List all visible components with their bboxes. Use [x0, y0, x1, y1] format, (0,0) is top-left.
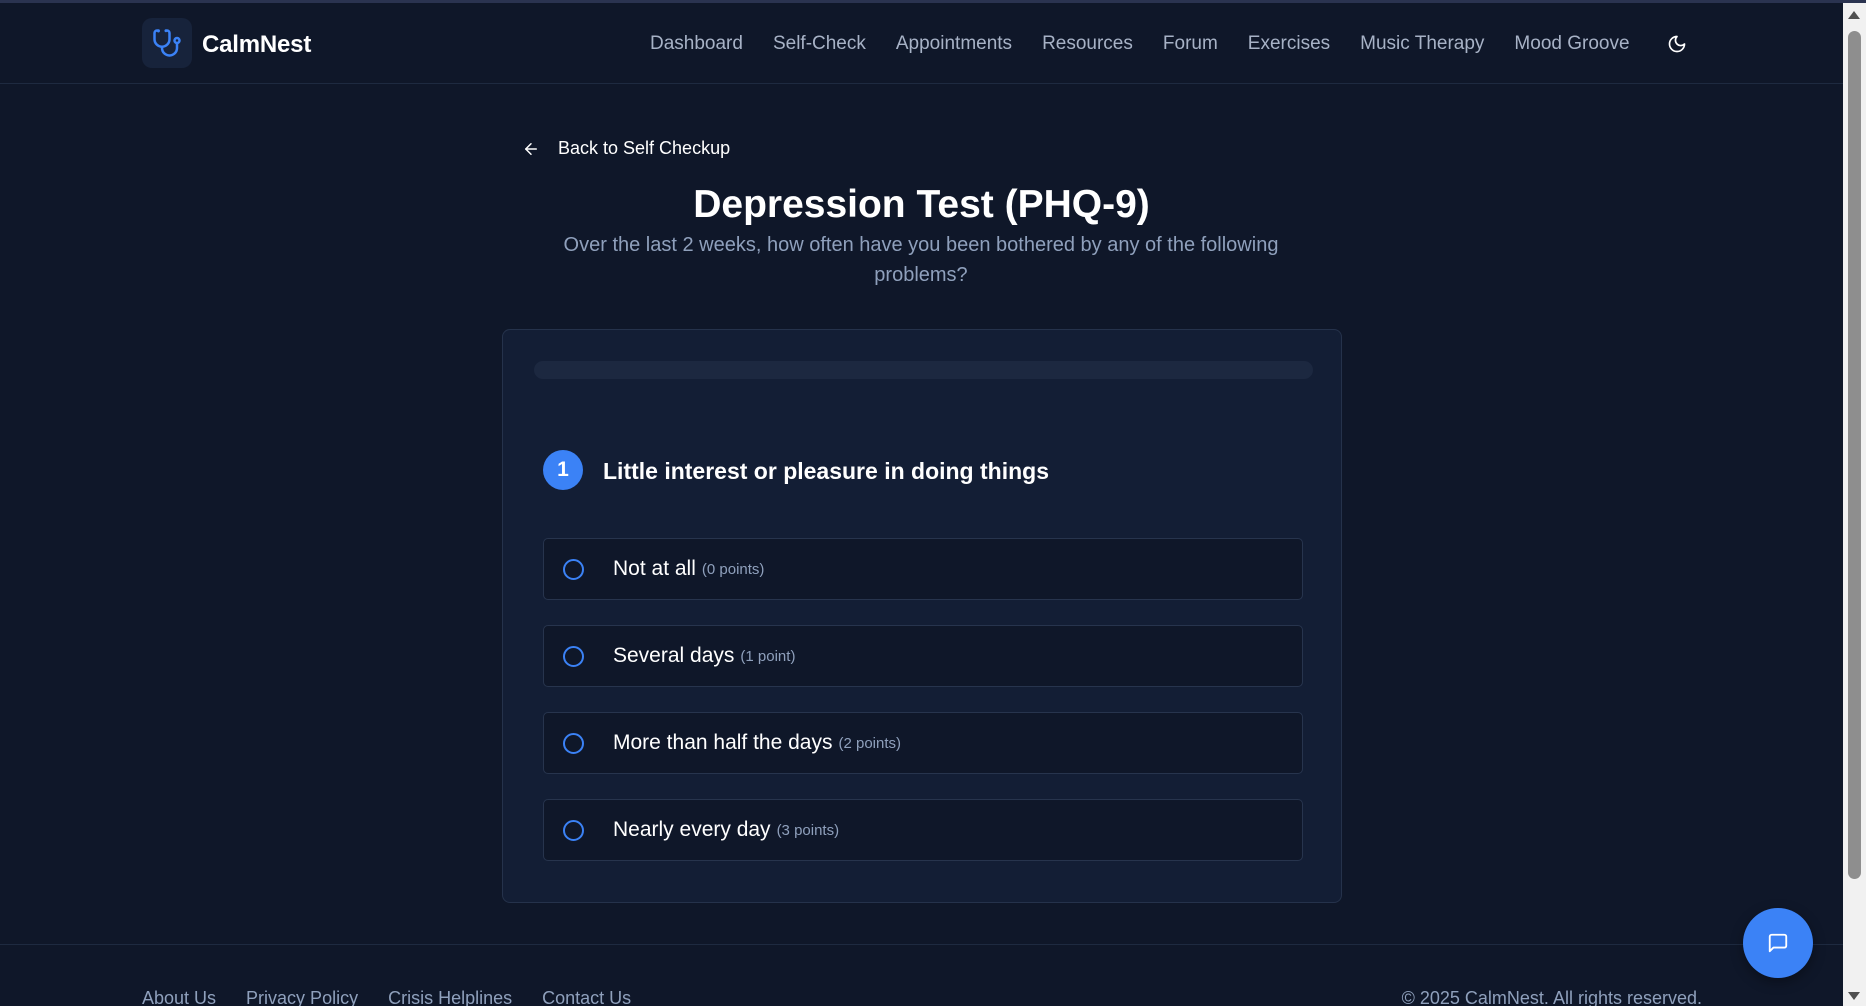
page-subtitle: Over the last 2 weeks, how often have yo… — [563, 234, 1279, 286]
top-navbar: CalmNest Dashboard Self-Check Appointmen… — [0, 3, 1843, 84]
option-not-at-all[interactable]: Not at all (0 points) — [543, 538, 1303, 600]
progress-bar — [534, 361, 1313, 379]
scroll-down-arrow[interactable] — [1848, 992, 1860, 1000]
radio-button[interactable] — [563, 558, 584, 580]
brand-name[interactable]: CalmNest — [202, 31, 311, 59]
nav-self-check[interactable]: Self-Check — [773, 33, 866, 55]
option-nearly-every-day[interactable]: Nearly every day (3 points) — [543, 799, 1303, 861]
footer-link-crisis-helplines[interactable]: Crisis Helplines — [388, 988, 512, 1006]
moon-icon — [1668, 35, 1686, 53]
page-scrollbar[interactable] — [1843, 3, 1866, 1006]
option-points: (2 points) — [838, 734, 901, 752]
radio-button[interactable] — [563, 645, 584, 667]
scroll-thumb[interactable] — [1848, 31, 1861, 879]
option-more-than-half[interactable]: More than half the days (2 points) — [543, 712, 1303, 774]
option-points: (0 points) — [701, 560, 765, 578]
option-points: (3 points) — [776, 821, 840, 839]
logo[interactable] — [142, 18, 192, 68]
question-number-badge: 1 — [543, 450, 583, 490]
nav-mood-groove[interactable]: Mood Groove — [1514, 33, 1629, 55]
footer-link-about[interactable]: About Us — [142, 988, 216, 1006]
chat-button[interactable] — [1743, 908, 1813, 978]
option-label: Not at all — [613, 557, 696, 580]
option-label: More than half the days — [613, 731, 833, 754]
page-title: Depression Test (PHQ-9) — [693, 183, 1150, 226]
question-card: 1 Little interest or pleasure in doing t… — [502, 329, 1342, 903]
footer-link-contact[interactable]: Contact Us — [542, 988, 631, 1006]
footer-links: About Us Privacy Policy Crisis Helplines… — [142, 988, 661, 1006]
scroll-up-arrow[interactable] — [1848, 11, 1860, 19]
nav-appointments[interactable]: Appointments — [896, 33, 1012, 55]
option-label: Nearly every day — [613, 818, 771, 841]
theme-toggle-button[interactable] — [1664, 31, 1690, 57]
option-several-days[interactable]: Several days (1 point) — [543, 625, 1303, 687]
nav-forum[interactable]: Forum — [1163, 33, 1218, 55]
radio-button[interactable] — [563, 732, 584, 754]
footer-link-privacy[interactable]: Privacy Policy — [246, 988, 358, 1006]
nav-exercises[interactable]: Exercises — [1248, 33, 1330, 55]
back-to-self-checkup-link[interactable]: Back to Self Checkup — [522, 138, 730, 159]
nav-music-therapy[interactable]: Music Therapy — [1360, 33, 1484, 55]
nav-dashboard[interactable]: Dashboard — [650, 33, 743, 55]
chat-icon — [1768, 933, 1788, 953]
footer-divider — [0, 944, 1843, 945]
stethoscope-icon — [153, 29, 181, 57]
back-link-label: Back to Self Checkup — [558, 138, 731, 158]
option-label: Several days — [613, 644, 735, 667]
option-points: (1 point) — [740, 647, 796, 665]
question-text: Little interest or pleasure in doing thi… — [603, 458, 1049, 484]
radio-button[interactable] — [563, 819, 584, 841]
arrow-left-icon — [525, 142, 537, 155]
copyright-text: © 2025 CalmNest. All rights reserved. — [1401, 988, 1702, 1006]
nav-resources[interactable]: Resources — [1042, 33, 1133, 55]
main-nav: Dashboard Self-Check Appointments Resour… — [650, 33, 1660, 55]
